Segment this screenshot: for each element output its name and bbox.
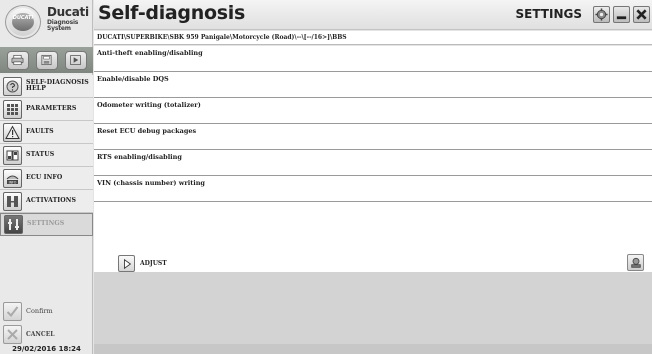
sidebar-toolbar — [0, 47, 93, 73]
sidebar-item-parameters[interactable]: PARAMETERS — [0, 98, 93, 121]
minimize-button[interactable] — [613, 6, 630, 23]
sidebar-item-label: SELF-DIAGNOSIS HELP — [26, 78, 89, 92]
sidebar-item-label: ACTIVATIONS — [26, 196, 77, 204]
close-icon — [636, 9, 647, 20]
header-settings-button[interactable] — [593, 6, 610, 23]
sidebar-item-label: PARAMETERS — [26, 104, 77, 112]
brand-line-1: Ducati — [47, 5, 89, 19]
list-item[interactable]: RTS enabling/disabling — [94, 150, 652, 176]
sidebar-item-status[interactable]: STATUS — [0, 144, 93, 167]
sidebar: DUCATI Ducati Diagnosis System SELF-DIAG… — [0, 0, 93, 354]
list-item[interactable]: VIN (chassis number) writing — [94, 176, 652, 202]
print-button[interactable] — [6, 50, 29, 70]
list-item-label: Reset ECU debug packages — [97, 127, 197, 135]
sidebar-item-activations[interactable]: ACTIVATIONS — [0, 190, 93, 213]
help-icon — [3, 76, 22, 96]
options-icon — [630, 257, 641, 268]
gear-icon — [595, 8, 608, 21]
checkmark-icon — [3, 301, 22, 321]
close-button[interactable] — [633, 6, 650, 23]
datetime: 29/02/2016 18:24 — [12, 345, 81, 353]
function-list: Anti-theft enabling/disabling Enable/dis… — [94, 46, 652, 272]
list-item-label: Odometer writing (totalizer) — [97, 101, 201, 109]
sidebar-item-self-diagnosis-help[interactable]: SELF-DIAGNOSIS HELP — [0, 75, 93, 98]
info-icon: INFO — [3, 168, 22, 188]
header: Self-diagnosis SETTINGS — [94, 0, 652, 30]
status-bar — [94, 344, 652, 354]
ducati-logo: DUCATI — [5, 5, 41, 39]
sidebar-item-ecu-info[interactable]: INFO ECU INFO — [0, 167, 93, 190]
list-item[interactable]: Odometer writing (totalizer) — [94, 98, 652, 124]
sidebar-item-label: STATUS — [26, 150, 55, 158]
options-button[interactable] — [627, 254, 644, 271]
adjust-label: ADJUST — [140, 260, 167, 267]
cancel-button[interactable]: CANCEL — [0, 323, 93, 345]
list-item-label: VIN (chassis number) writing — [97, 179, 205, 187]
page-title: Self-diagnosis — [98, 2, 245, 24]
logo-area: DUCATI Ducati Diagnosis System — [0, 0, 93, 44]
confirm-button[interactable]: Confirm — [0, 300, 93, 322]
list-item[interactable]: Reset ECU debug packages — [94, 124, 652, 150]
play-button[interactable] — [64, 50, 87, 70]
sidebar-item-label: SETTINGS — [27, 220, 65, 228]
svg-text:INFO: INFO — [9, 180, 17, 184]
sidebar-item-label: ECU INFO — [26, 173, 63, 181]
section-label: SETTINGS — [515, 7, 583, 21]
list-item-label: Anti-theft enabling/disabling — [97, 49, 203, 57]
activations-icon — [3, 191, 22, 211]
warning-icon — [3, 122, 22, 142]
list-item-label: RTS enabling/disabling — [97, 153, 182, 161]
confirm-label: Confirm — [26, 307, 53, 315]
sidebar-item-settings[interactable]: SETTINGS — [0, 213, 93, 236]
settings-icon — [4, 215, 23, 234]
logo-text: DUCATI — [12, 15, 34, 21]
play-icon — [70, 54, 81, 66]
list-item[interactable]: Enable/disable DQS — [94, 72, 652, 98]
close-icon — [3, 324, 22, 344]
sidebar-item-label: FAULTS — [26, 127, 54, 135]
status-icon — [3, 145, 22, 165]
save-icon — [41, 54, 52, 66]
parameters-icon — [3, 99, 22, 119]
minimize-icon — [616, 16, 627, 20]
cancel-label: CANCEL — [26, 330, 55, 338]
list-item[interactable]: Anti-theft enabling/disabling — [94, 46, 652, 72]
footer-panel — [94, 272, 652, 344]
brand-line-3: System — [47, 25, 71, 32]
print-icon — [11, 54, 24, 66]
sidebar-item-faults[interactable]: FAULTS — [0, 121, 93, 144]
list-item-label: Enable/disable DQS — [97, 75, 169, 83]
save-button[interactable] — [35, 50, 58, 70]
adjust-button[interactable]: ADJUST — [118, 254, 167, 273]
breadcrumb: DUCATI\SUPERBIKE\SBK 959 Panigale\Motorc… — [94, 31, 652, 45]
play-icon — [118, 255, 135, 272]
brand-name: Ducati Diagnosis System — [47, 6, 89, 32]
